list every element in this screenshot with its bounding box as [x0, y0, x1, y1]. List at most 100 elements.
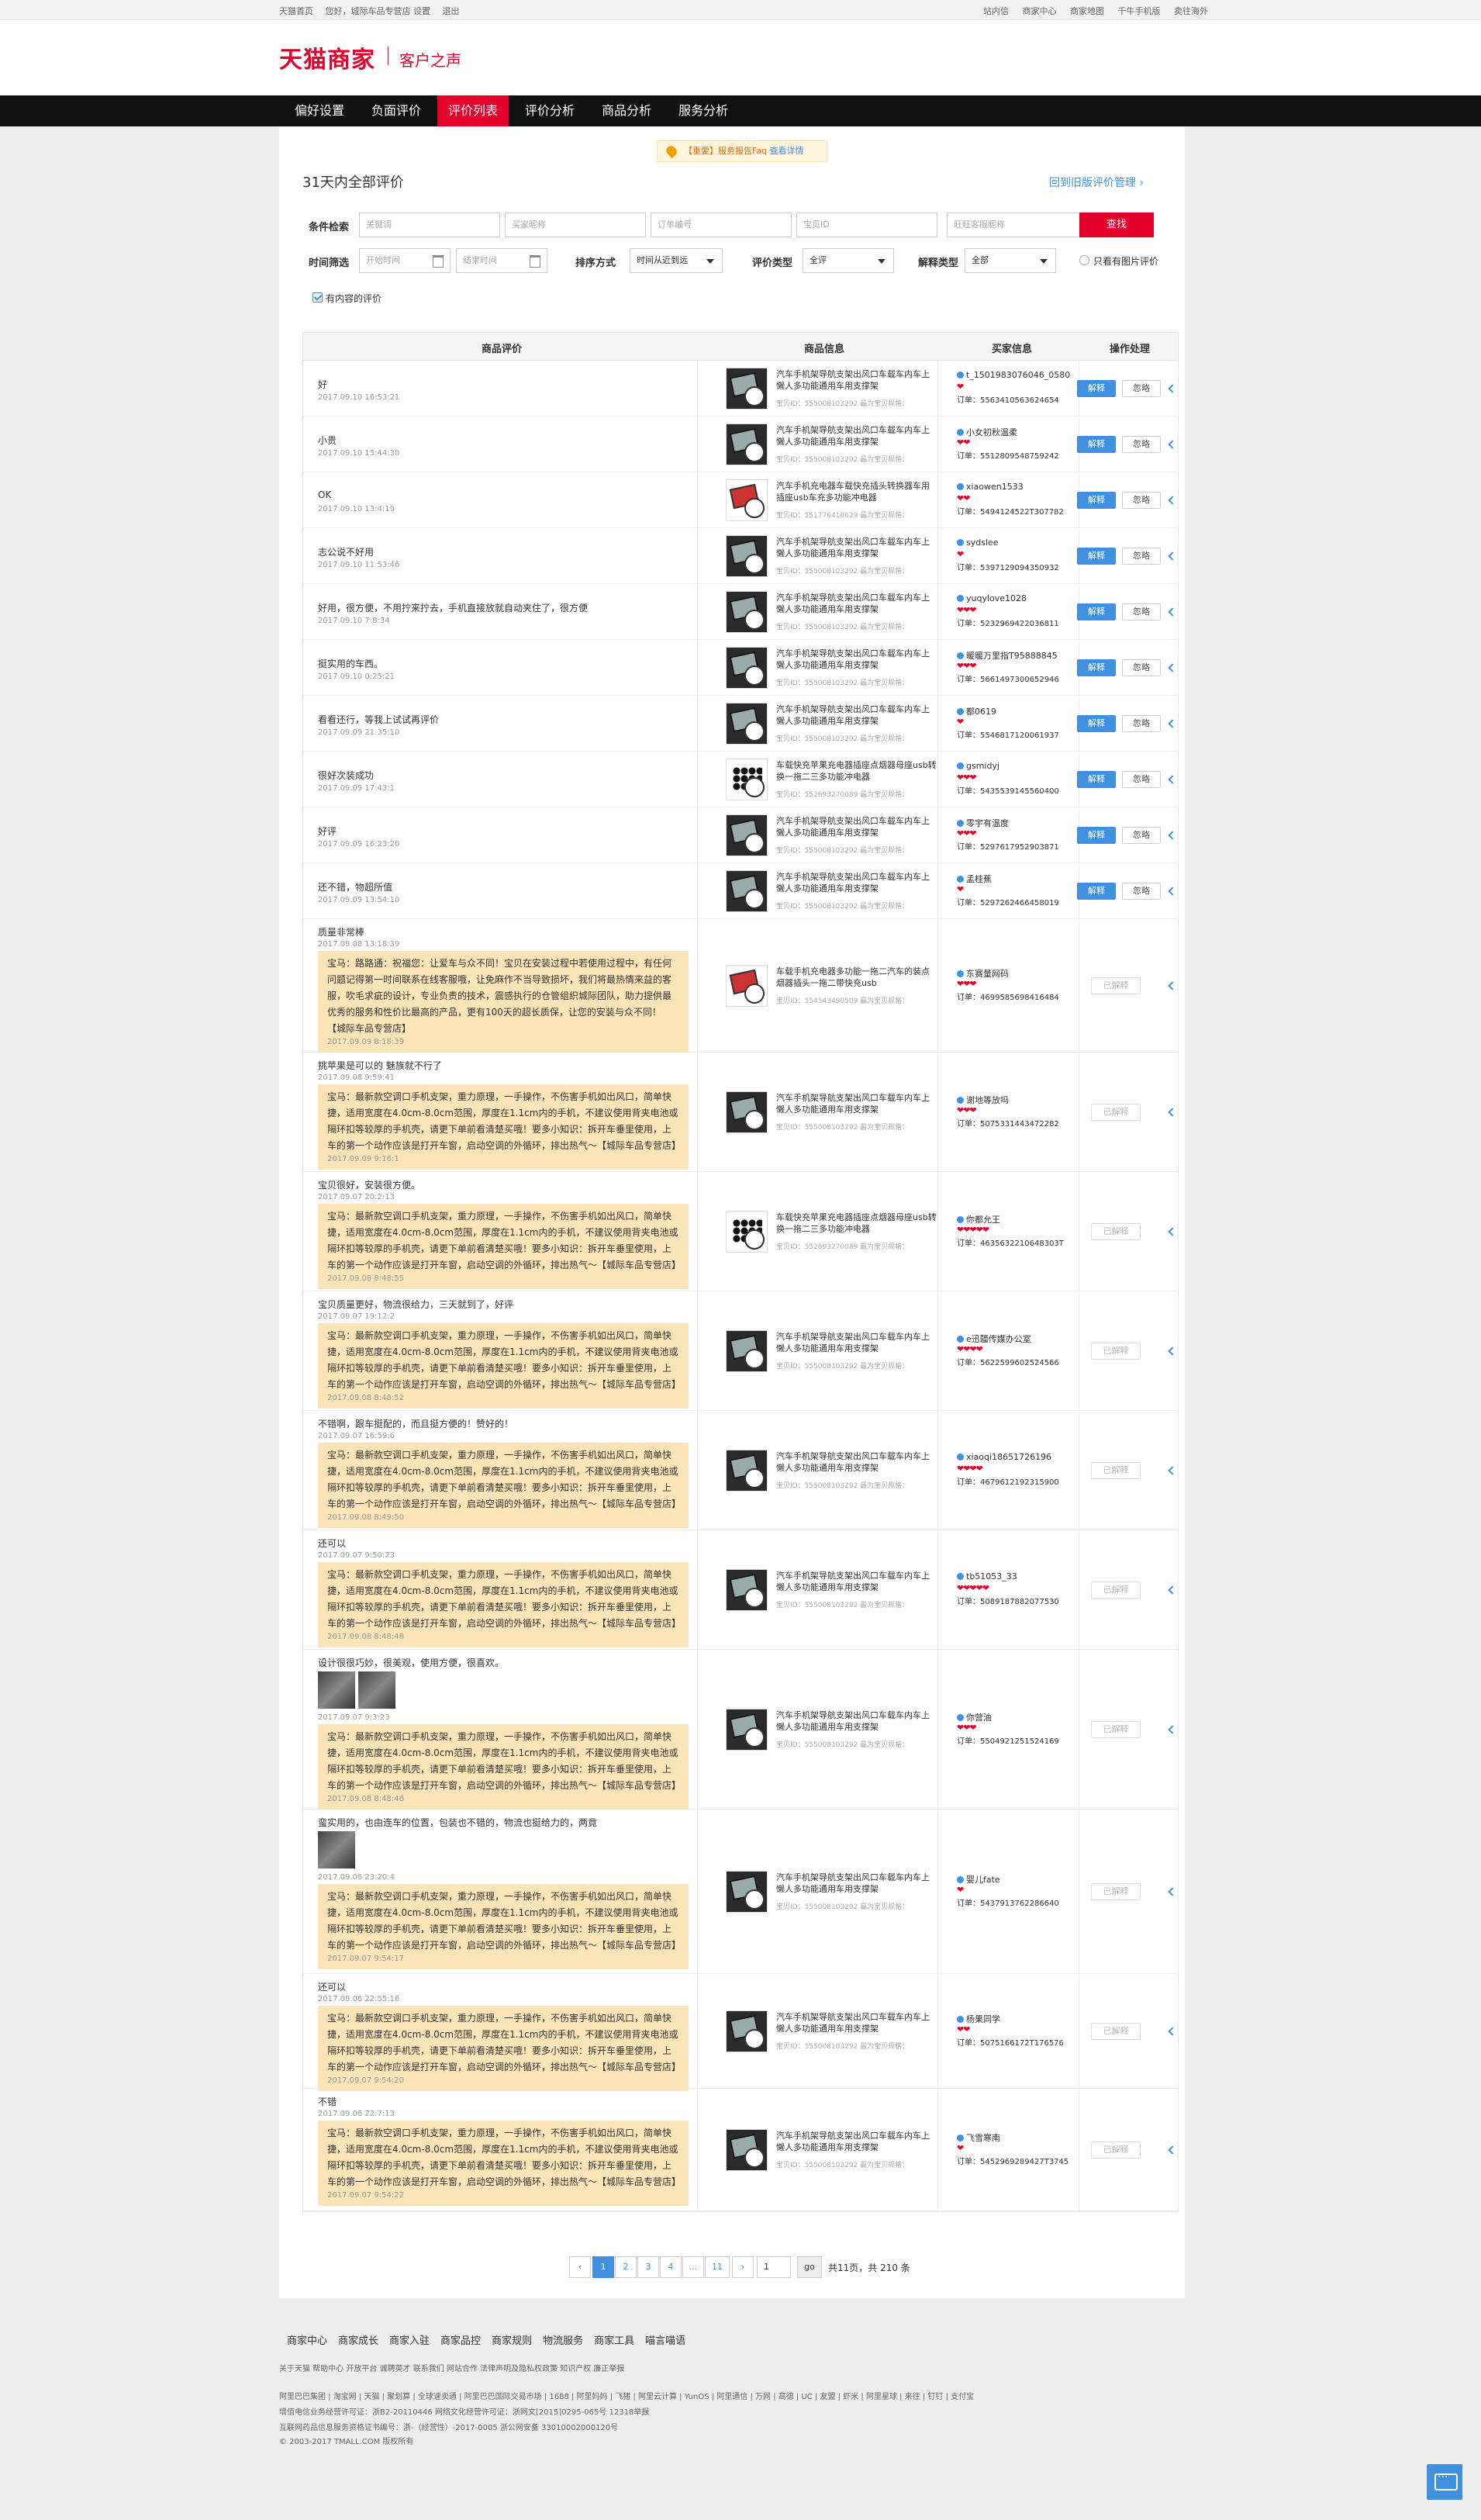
- expand-chevron-icon[interactable]: [1168, 1466, 1177, 1475]
- inbox-link[interactable]: 站内信: [983, 6, 1009, 16]
- seller-center-link[interactable]: 商家中心: [1023, 6, 1057, 16]
- ignore-button[interactable]: 忽略: [1122, 380, 1161, 397]
- product-thumbnail[interactable]: [726, 535, 768, 577]
- expand-chevron-icon[interactable]: [1168, 831, 1177, 840]
- chat-icon[interactable]: [1427, 2464, 1462, 2500]
- product-thumbnail[interactable]: [726, 965, 768, 1007]
- ww-service-input[interactable]: 旺旺客服昵称: [947, 213, 1088, 237]
- expand-chevron-icon[interactable]: [1168, 887, 1177, 896]
- ignore-button[interactable]: 忽略: [1122, 548, 1161, 565]
- image-only-radio[interactable]: [1079, 255, 1089, 265]
- buyer-name[interactable]: 谢地等放吗: [957, 1094, 1009, 1106]
- review-photo[interactable]: [318, 1671, 355, 1709]
- sort-select[interactable]: 时间从近到远: [630, 248, 723, 273]
- expand-chevron-icon[interactable]: [1168, 2027, 1177, 2036]
- product-name[interactable]: 汽车手机架导航支架出风口车载车内车上懒人多功能通用车用支撑架: [776, 1331, 937, 1354]
- product-thumbnail[interactable]: [726, 1871, 768, 1913]
- buyer-name[interactable]: xiaowen1533: [957, 482, 1024, 492]
- prev-page-button[interactable]: ‹: [569, 2256, 591, 2278]
- expand-chevron-icon[interactable]: [1168, 1108, 1177, 1117]
- product-thumbnail[interactable]: [726, 1709, 768, 1751]
- keyword-input[interactable]: 关键词: [359, 213, 500, 237]
- buyer-name[interactable]: 小女初秋温柔: [957, 426, 1017, 438]
- reply-button[interactable]: 解释: [1077, 380, 1116, 397]
- nav-negative-reviews[interactable]: 负面评价: [361, 95, 432, 126]
- product-thumbnail[interactable]: [726, 423, 768, 465]
- reply-button[interactable]: 解释: [1077, 659, 1116, 676]
- buyer-name[interactable]: t_1501983076046_0580: [957, 370, 1070, 380]
- product-thumbnail[interactable]: [726, 368, 768, 410]
- ignore-button[interactable]: 忽略: [1122, 827, 1161, 844]
- product-name[interactable]: 汽车手机架导航支架出风口车载车内车上懒人多功能通用车用支撑架: [776, 592, 937, 615]
- page-4-button[interactable]: 4: [660, 2256, 682, 2278]
- old-version-link[interactable]: 回到旧版评价管理 ›: [1049, 175, 1185, 190]
- product-name[interactable]: 汽车手机架导航支架出风口车载车内车上懒人多功能通用车用支撑架: [776, 2130, 937, 2153]
- product-thumbnail[interactable]: [726, 479, 768, 521]
- reply-button[interactable]: 解释: [1077, 436, 1116, 453]
- ignore-button[interactable]: 忽略: [1122, 715, 1161, 732]
- buyer-name[interactable]: 飞雪寒南: [957, 2131, 1000, 2144]
- expand-chevron-icon[interactable]: [1168, 551, 1177, 561]
- seller-map-link[interactable]: 商家地图: [1070, 6, 1104, 16]
- product-name[interactable]: 汽车手机架导航支架出风口车载车内车上懒人多功能通用车用支撑架: [776, 871, 937, 894]
- product-name[interactable]: 车载手机充电器多功能一拖二汽车的装点烟器插头一拖二带快充usb: [776, 966, 937, 989]
- expand-chevron-icon[interactable]: [1168, 440, 1177, 449]
- review-photo[interactable]: [318, 1831, 355, 1868]
- review-type-select[interactable]: 全评: [803, 248, 894, 273]
- reply-button[interactable]: 解释: [1077, 548, 1116, 565]
- footer-link[interactable]: 商家入驻: [389, 2335, 430, 2347]
- expand-chevron-icon[interactable]: [1168, 663, 1177, 672]
- product-name[interactable]: 汽车手机架导航支架出风口车载车内车上懒人多功能通用车用支撑架: [776, 703, 937, 727]
- expand-chevron-icon[interactable]: [1168, 1227, 1177, 1236]
- reply-button[interactable]: 解释: [1077, 603, 1116, 620]
- reply-button[interactable]: 解释: [1077, 883, 1116, 900]
- footer-about-links[interactable]: 关于天猫 帮助中心 开放平台 诚聘英才 联系我们 网站合作 法律声明及隐私权政策…: [279, 2362, 624, 2373]
- buyer-name[interactable]: 暖暖万里指T95888845: [957, 649, 1058, 662]
- reply-type-select[interactable]: 全部: [965, 248, 1056, 273]
- product-thumbnail[interactable]: [726, 1569, 768, 1611]
- go-button[interactable]: go: [797, 2256, 822, 2278]
- footer-link[interactable]: 商家品控: [440, 2335, 481, 2347]
- expand-chevron-icon[interactable]: [1168, 1585, 1177, 1595]
- page-5-button[interactable]: ...: [682, 2256, 704, 2278]
- product-thumbnail[interactable]: [726, 703, 768, 745]
- logout-link[interactable]: 退出: [443, 6, 460, 16]
- expand-chevron-icon[interactable]: [1168, 1346, 1177, 1356]
- footer-link[interactable]: 物流服务: [543, 2335, 583, 2347]
- expand-chevron-icon[interactable]: [1168, 384, 1177, 393]
- product-thumbnail[interactable]: [726, 759, 768, 800]
- nav-review-analysis[interactable]: 评价分析: [514, 95, 585, 126]
- ignore-button[interactable]: 忽略: [1122, 659, 1161, 676]
- next-page-button[interactable]: ›: [732, 2256, 754, 2278]
- product-name[interactable]: 汽车手机架导航支架出风口车载车内车上懒人多功能通用车用支撑架: [776, 1872, 937, 1895]
- ignore-button[interactable]: 忽略: [1122, 771, 1161, 788]
- nav-review-list[interactable]: 评价列表: [437, 95, 509, 126]
- product-name[interactable]: 汽车手机架导航支架出风口车载车内车上懒人多功能通用车用支撑架: [776, 424, 937, 448]
- product-thumbnail[interactable]: [726, 1450, 768, 1492]
- expand-chevron-icon[interactable]: [1168, 607, 1177, 617]
- product-thumbnail[interactable]: [726, 647, 768, 689]
- buyer-name[interactable]: 杨果同学: [957, 2013, 1000, 2025]
- buyer-name[interactable]: 你营油: [957, 1711, 992, 1723]
- buyer-name[interactable]: e迅疆传媒办公室: [957, 1333, 1031, 1345]
- product-thumbnail[interactable]: [726, 1091, 768, 1133]
- buyer-name[interactable]: gsmidyj: [957, 761, 999, 771]
- product-thumbnail[interactable]: [726, 2129, 768, 2171]
- tmall-home-link[interactable]: 天猫首页: [279, 6, 313, 16]
- footer-link[interactable]: 商家工具: [594, 2335, 634, 2347]
- product-name[interactable]: 汽车手机架导航支架出风口车载车内车上懒人多功能通用车用支撑架: [776, 815, 937, 838]
- product-name[interactable]: 汽车手机架导航支架出风口车载车内车上懒人多功能通用车用支撑架: [776, 368, 937, 392]
- page-number-input[interactable]: 1: [757, 2256, 791, 2278]
- product-thumbnail[interactable]: [726, 591, 768, 633]
- ignore-button[interactable]: 忽略: [1122, 883, 1161, 900]
- product-name[interactable]: 车载快充苹果充电器插座点烟器母座usb转换一拖二三多功能冲电器: [776, 759, 937, 783]
- expand-chevron-icon[interactable]: [1168, 981, 1177, 990]
- review-photo[interactable]: [358, 1671, 395, 1709]
- ignore-button[interactable]: 忽略: [1122, 492, 1161, 509]
- reply-button[interactable]: 解释: [1077, 771, 1116, 788]
- ignore-button[interactable]: 忽略: [1122, 603, 1161, 620]
- product-thumbnail[interactable]: [726, 1330, 768, 1372]
- page-6-button[interactable]: 11: [705, 2256, 730, 2278]
- page-3-button[interactable]: 3: [637, 2256, 659, 2278]
- expand-chevron-icon[interactable]: [1168, 1725, 1177, 1734]
